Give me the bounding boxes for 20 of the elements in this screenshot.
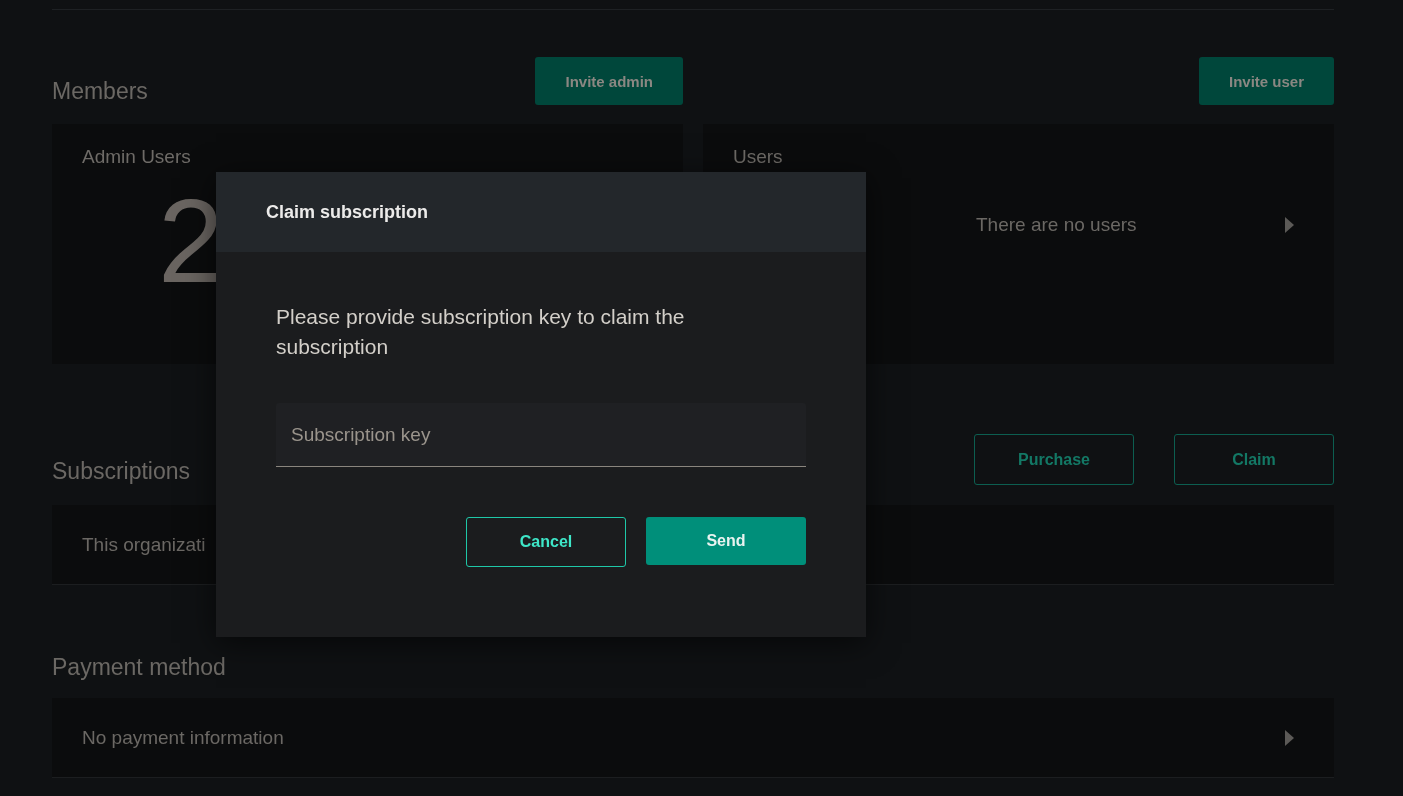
send-button[interactable]: Send: [646, 517, 806, 565]
cancel-button[interactable]: Cancel: [466, 517, 626, 567]
dialog-message: Please provide subscription key to claim the subscription: [276, 304, 686, 360]
section-title: Members: [52, 78, 148, 105]
empty-message: There are no users: [976, 214, 1137, 236]
chevron-right-icon[interactable]: [1284, 729, 1294, 746]
payment-row[interactable]: No payment information: [52, 698, 1334, 778]
outline-button[interactable]: Claim: [1174, 434, 1334, 485]
dialog-title: Claim subscription: [216, 172, 866, 252]
section-title: Payment method: [52, 654, 226, 681]
subscription-key-field[interactable]: Subscription key: [276, 403, 806, 467]
card-title: Admin Users: [82, 146, 192, 168]
invite-admin-button[interactable]: Invite admin: [535, 57, 683, 105]
chevron-right-icon[interactable]: [1284, 217, 1294, 233]
subscription-message: This organizati: [82, 533, 206, 556]
outline-button[interactable]: Purchase: [974, 434, 1134, 485]
invite-user-button[interactable]: Invite user: [1198, 57, 1334, 105]
payment-message: No payment information: [82, 726, 284, 749]
card-title: Users: [733, 146, 784, 168]
section-title: Subscriptions: [52, 458, 191, 485]
